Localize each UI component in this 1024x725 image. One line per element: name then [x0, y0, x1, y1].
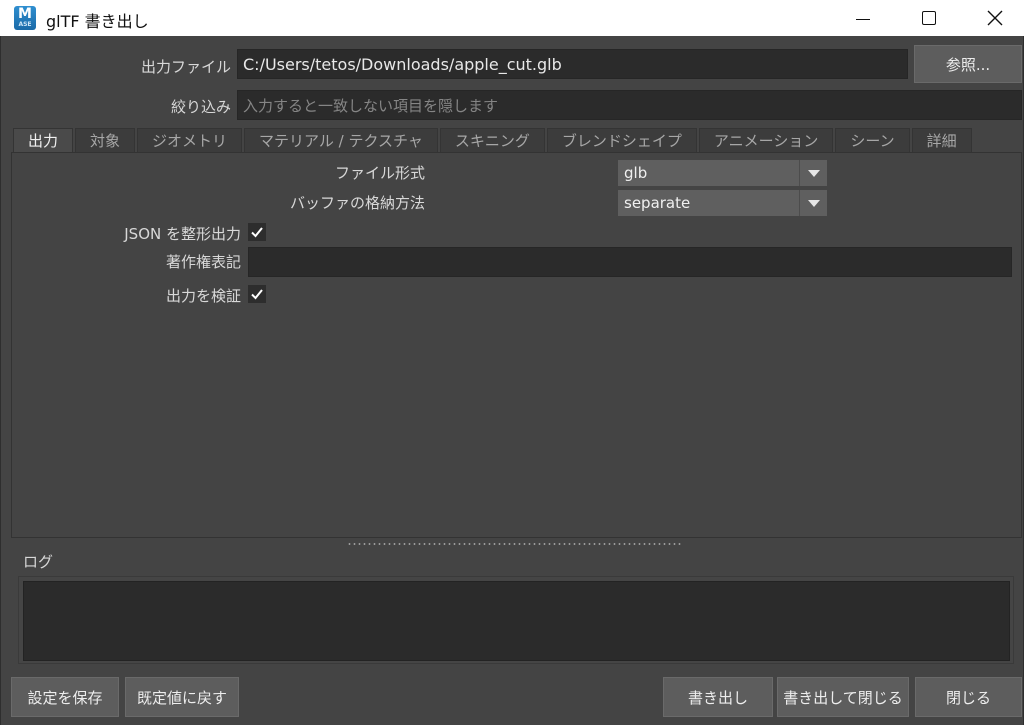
output-file-input[interactable]: C:/Users/tetos/Downloads/apple_cut.glb: [237, 49, 908, 79]
output-tab-panel: [11, 152, 1022, 538]
app-icon-sublabel: ASE: [18, 21, 32, 28]
chevron-down-icon[interactable]: [799, 190, 827, 216]
close-button[interactable]: 閉じる: [915, 677, 1022, 717]
tab-targets[interactable]: 対象: [75, 128, 136, 152]
reset-defaults-button[interactable]: 既定値に戻す: [125, 677, 239, 717]
log-output[interactable]: [23, 581, 1010, 661]
chevron-down-icon[interactable]: [799, 160, 827, 186]
maximize-button[interactable]: [896, 0, 962, 36]
file-format-value: glb: [624, 164, 648, 182]
buffer-storage-value: separate: [624, 194, 691, 212]
close-icon: [987, 10, 1003, 26]
browse-button[interactable]: 参照...: [914, 45, 1022, 83]
export-button[interactable]: 書き出し: [663, 677, 773, 717]
minimize-button[interactable]: [830, 0, 896, 36]
validate-output-checkbox[interactable]: [248, 285, 266, 303]
save-settings-button[interactable]: 設定を保存: [11, 677, 119, 717]
tab-advanced[interactable]: 詳細: [911, 128, 972, 152]
log-label: ログ: [23, 553, 54, 571]
file-format-dropdown[interactable]: glb: [618, 160, 827, 186]
checkmark-icon: [251, 289, 263, 300]
tab-animation[interactable]: アニメーション: [698, 128, 834, 152]
splitter-handle[interactable]: [347, 543, 683, 545]
copyright-input[interactable]: [248, 247, 1012, 277]
validate-output-label: 出力を検証: [165, 287, 241, 305]
buffer-storage-label: バッファの格納方法: [289, 194, 425, 212]
buffer-storage-dropdown[interactable]: separate: [618, 190, 827, 216]
tab-materials-textures[interactable]: マテリアル / テクスチャ: [244, 128, 438, 152]
copyright-label: 著作権表記: [165, 253, 241, 271]
dialog-body: 出力ファイル C:/Users/tetos/Downloads/apple_cu…: [0, 36, 1024, 725]
pretty-json-label: JSON を整形出力: [124, 225, 241, 243]
maya-app-icon: M ASE: [14, 6, 36, 30]
window-title: glTF 書き出し: [46, 12, 149, 31]
checkmark-icon: [251, 227, 263, 238]
filter-label: 絞り込み: [170, 98, 231, 116]
pretty-json-checkbox[interactable]: [248, 223, 266, 241]
minimize-icon: [856, 18, 870, 20]
output-file-label: 出力ファイル: [140, 58, 231, 76]
tab-output[interactable]: 出力: [13, 128, 74, 152]
tab-scene[interactable]: シーン: [835, 128, 910, 152]
file-format-label: ファイル形式: [334, 164, 425, 182]
tab-bar: 出力 対象 ジオメトリ マテリアル / テクスチャ スキニング ブレンドシェイプ…: [13, 128, 974, 152]
tab-geometry[interactable]: ジオメトリ: [137, 128, 243, 152]
app-icon-letter: M: [18, 6, 32, 22]
title-bar: M ASE glTF 書き出し: [0, 0, 1024, 36]
filter-input[interactable]: 入力すると一致しない項目を隠します: [237, 90, 1022, 120]
maximize-icon: [922, 11, 936, 25]
export-and-close-button[interactable]: 書き出して閉じる: [777, 677, 909, 717]
tab-skinning[interactable]: スキニング: [439, 128, 545, 152]
tab-blendshapes[interactable]: ブレンドシェイプ: [546, 128, 697, 152]
close-window-button[interactable]: [962, 0, 1024, 36]
